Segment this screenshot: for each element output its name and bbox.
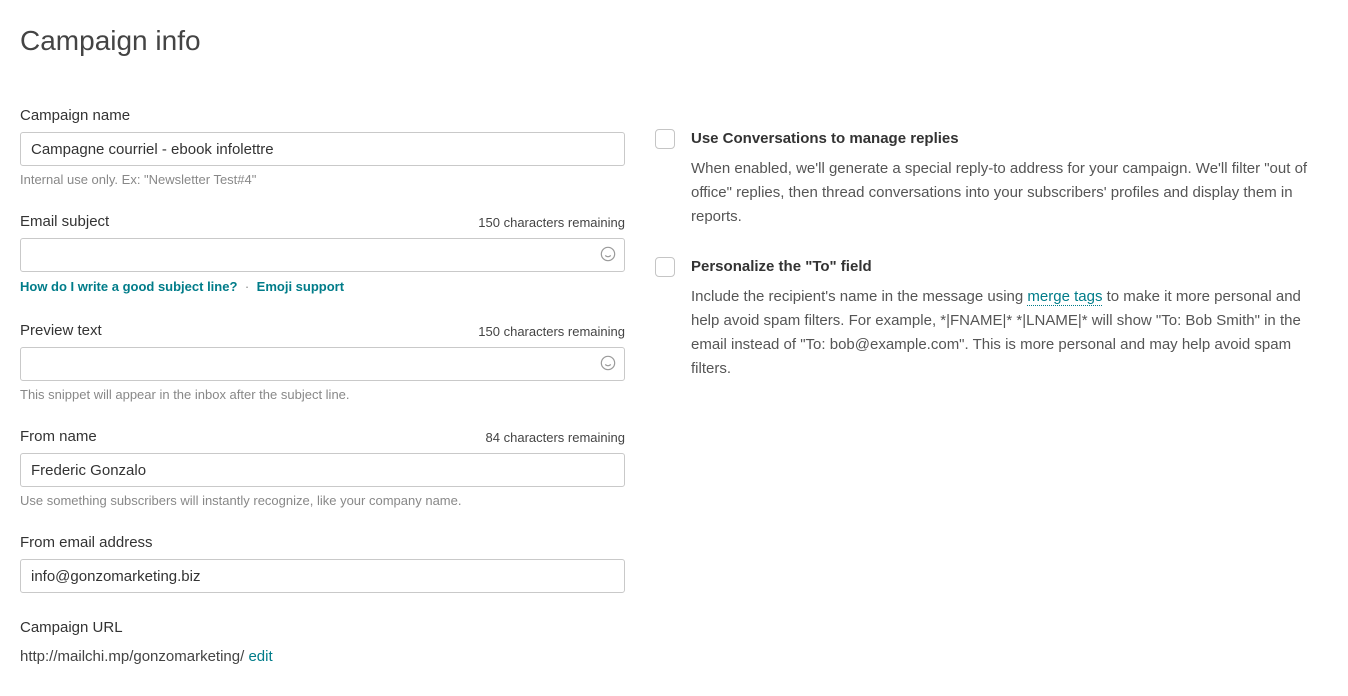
conversations-label: Use Conversations to manage replies [691, 129, 959, 149]
from-name-group: From name 84 characters remaining Use so… [20, 428, 625, 508]
smiley-icon [600, 355, 616, 374]
preview-text-group: Preview text 150 characters remaining Th… [20, 322, 625, 402]
link-separator: · [245, 279, 249, 294]
email-subject-group: Email subject 150 characters remaining H… [20, 213, 625, 296]
smiley-icon [600, 246, 616, 265]
from-email-label: From email address [20, 534, 153, 551]
good-subject-link[interactable]: How do I write a good subject line? [20, 279, 237, 294]
preview-text-help: This snippet will appear in the inbox af… [20, 387, 625, 402]
preview-text-label: Preview text [20, 322, 102, 339]
personalize-desc: Include the recipient's name in the mess… [691, 285, 1328, 381]
campaign-url-edit-link[interactable]: edit [248, 648, 272, 665]
from-name-help: Use something subscribers will instantly… [20, 493, 625, 508]
page-title: Campaign info [20, 25, 1328, 57]
campaign-name-group: Campaign name Internal use only. Ex: "Ne… [20, 107, 625, 187]
from-name-input[interactable] [20, 453, 625, 487]
personalize-desc-before: Include the recipient's name in the mess… [691, 288, 1027, 305]
emoji-support-link[interactable]: Emoji support [257, 279, 344, 294]
conversations-desc: When enabled, we'll generate a special r… [691, 157, 1328, 229]
campaign-url-group: Campaign URL http://mailchi.mp/gonzomark… [20, 619, 625, 665]
from-email-input[interactable] [20, 559, 625, 593]
campaign-name-input[interactable] [20, 132, 625, 166]
from-name-remaining: 84 characters remaining [486, 430, 625, 445]
email-subject-label: Email subject [20, 213, 109, 230]
campaign-name-label: Campaign name [20, 107, 130, 124]
preview-text-input[interactable] [20, 347, 625, 381]
from-name-label: From name [20, 428, 97, 445]
campaign-name-help: Internal use only. Ex: "Newsletter Test#… [20, 172, 625, 187]
campaign-url-value: http://mailchi.mp/gonzomarketing/ [20, 648, 248, 665]
personalize-checkbox[interactable] [655, 257, 675, 277]
from-email-group: From email address [20, 534, 625, 593]
emoji-picker-button[interactable] [597, 353, 619, 375]
conversations-checkbox[interactable] [655, 129, 675, 149]
personalize-label: Personalize the "To" field [691, 257, 872, 277]
merge-tags-link[interactable]: merge tags [1027, 288, 1102, 306]
emoji-picker-button[interactable] [597, 244, 619, 266]
email-subject-input[interactable] [20, 238, 625, 272]
campaign-url-label: Campaign URL [20, 619, 123, 636]
email-subject-remaining: 150 characters remaining [478, 215, 625, 230]
preview-text-remaining: 150 characters remaining [478, 324, 625, 339]
